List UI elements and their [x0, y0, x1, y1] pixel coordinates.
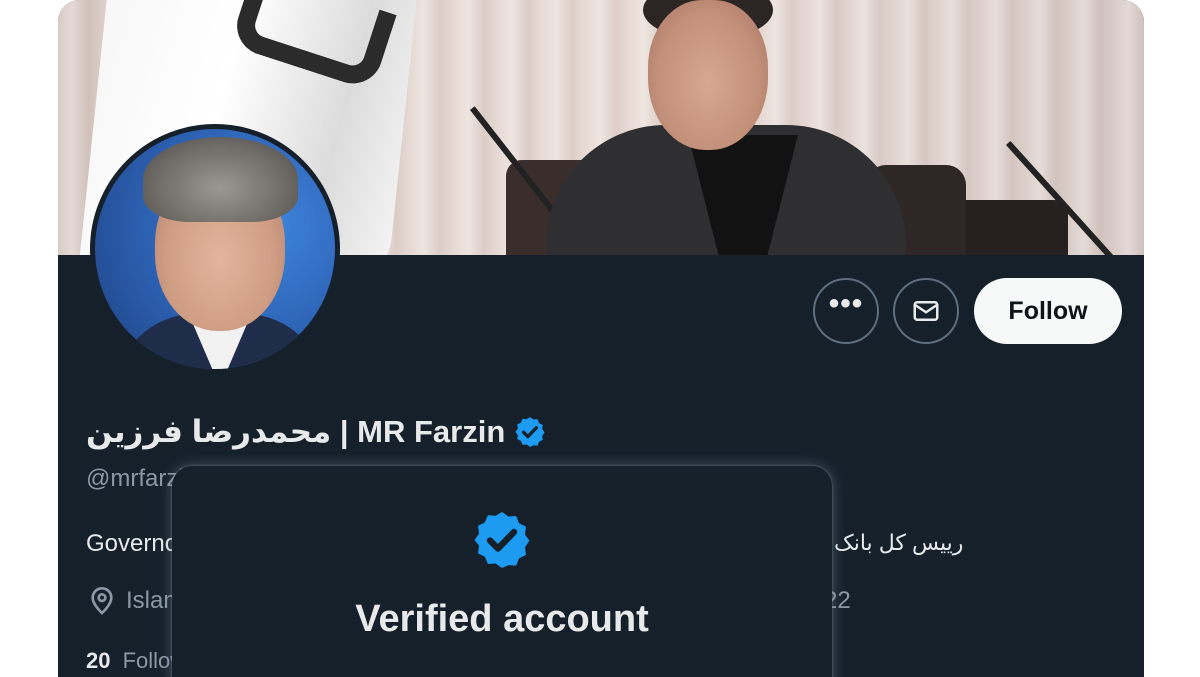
verified-account-popover: Verified account: [172, 466, 832, 677]
bio-text-persian: رییس کل بانک: [834, 530, 964, 555]
message-button[interactable]: [893, 278, 959, 344]
popover-title: Verified account: [355, 598, 649, 640]
more-options-button[interactable]: •••: [813, 278, 879, 344]
avatar[interactable]: [90, 124, 340, 374]
more-icon: •••: [828, 287, 864, 320]
display-name: محمدرضا فرزین | MR Farzin: [86, 414, 506, 449]
verified-badge-icon: [474, 512, 530, 568]
display-name-row: محمدرضا فرزین | MR Farzin: [86, 412, 547, 452]
verified-badge-icon[interactable]: [513, 415, 547, 449]
map-pin-icon: [91, 587, 113, 615]
follow-button[interactable]: Follow: [974, 278, 1122, 344]
following-count: 20: [86, 648, 111, 673]
envelope-icon: [913, 301, 939, 321]
person-head: [648, 0, 768, 150]
